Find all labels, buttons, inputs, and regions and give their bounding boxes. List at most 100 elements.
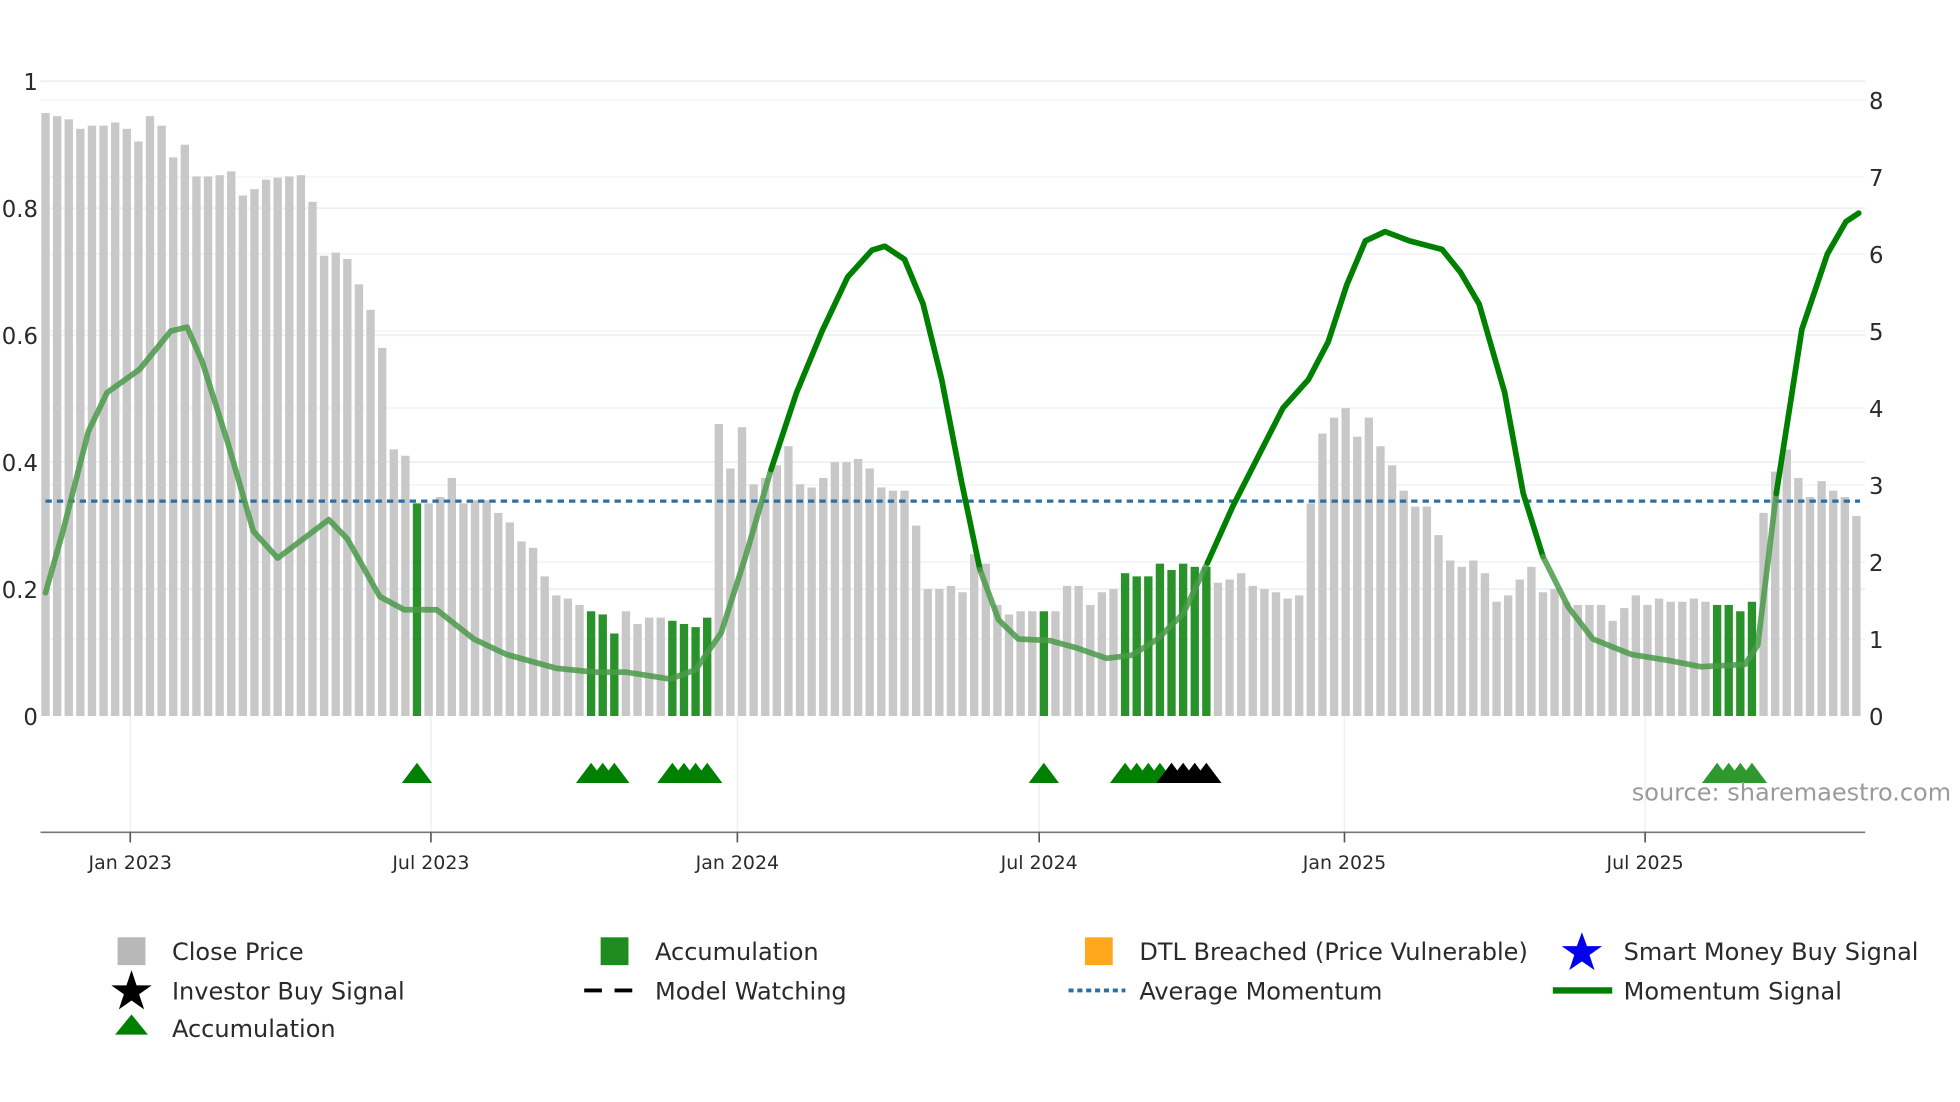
close-price-bar [1643, 604, 1652, 717]
close-price-bar [1213, 582, 1223, 717]
legend-dtl-breached-swatch [1084, 937, 1113, 966]
accumulation-triangle-marker [401, 762, 433, 784]
close-price-bar [331, 252, 340, 717]
accumulation-bar [598, 614, 607, 717]
accumulation-bar [1712, 604, 1722, 717]
close-price-bar [505, 522, 515, 717]
close-price-bar [401, 455, 410, 717]
close-price-bar [1469, 560, 1478, 717]
legend-accumulation-bar-swatch [600, 937, 629, 966]
close-price-bar [807, 487, 816, 717]
axes: Jan 2023 Jul 2023 Jan 2024 Jul 2024 Jan 2025… [2, 70, 1884, 874]
legend-momentum-signal-label: Momentum Signal [1624, 977, 1842, 1005]
left-y-tick-label: 0.2 [2, 578, 38, 604]
close-price-bar [308, 201, 317, 717]
close-price-bar [1515, 579, 1524, 717]
x-tick-label: Jul 2025 [1606, 852, 1684, 874]
close-price-bar [1306, 503, 1315, 717]
close-price-bar [250, 189, 259, 717]
close-price-bar [1527, 566, 1536, 717]
close-price-bar [923, 589, 932, 717]
close-price-bar [772, 465, 782, 717]
close-price-bar [215, 175, 224, 717]
close-price-bar [911, 525, 921, 717]
close-price-bar [1503, 595, 1513, 717]
right-y-tick-label: 4 [1869, 397, 1883, 423]
close-price-bar [877, 487, 886, 717]
close-price-bar [1329, 417, 1339, 717]
close-price-bar [1852, 516, 1861, 717]
close-price-bar [377, 347, 387, 717]
close-price-bar [366, 309, 375, 717]
close-price-bar [1608, 620, 1617, 717]
close-price-bar [76, 128, 85, 717]
close-price-bar [958, 592, 967, 717]
legend-model-watching-label: Model Watching [655, 977, 847, 1005]
close-price-bar [563, 598, 573, 717]
close-price-bar [1341, 408, 1350, 717]
close-price-bar [1817, 481, 1826, 717]
legend-smart-money-label: Smart Money Buy Signal [1624, 938, 1919, 966]
signal-markers [401, 762, 1768, 784]
close-price-bar [946, 585, 956, 717]
close-price-bar [1411, 506, 1420, 717]
close-price-bar [1829, 490, 1838, 717]
close-price-bar [621, 611, 631, 717]
close-price-bar [447, 477, 456, 717]
close-price-bar [540, 576, 549, 717]
right-y-tick-label: 5 [1869, 320, 1883, 346]
left-y-tick-label: 0.6 [2, 324, 38, 350]
close-price-bar [795, 484, 805, 717]
close-price-bar [517, 541, 526, 717]
accumulation-bar [1724, 604, 1733, 717]
close-price-bar [1678, 601, 1687, 717]
x-tick-label: Jan 2025 [1302, 852, 1386, 874]
legend-investor-buy-label: Investor Buy Signal [172, 977, 405, 1005]
close-price-bar [180, 144, 189, 717]
close-price-bar [900, 490, 909, 717]
x-tick-label: Jan 2024 [695, 852, 779, 874]
close-price-bar [1596, 604, 1606, 717]
close-price-bar [1701, 601, 1710, 717]
accumulation-bar [1120, 573, 1130, 717]
close-price-bar [656, 617, 665, 717]
close-price-bar [575, 604, 584, 717]
close-price-bar [1062, 585, 1072, 717]
close-price-bar [644, 617, 654, 717]
investor-buy-star-icon [111, 970, 152, 1010]
close-price-bar [970, 554, 979, 717]
accumulation-bar [668, 620, 677, 717]
accumulation-bar [703, 617, 712, 717]
right-y-tick-label: 1 [1869, 628, 1883, 654]
close-price-bar [122, 128, 131, 717]
close-price-bar [261, 179, 271, 717]
close-price-bar [1028, 611, 1037, 717]
close-price-bar [1620, 608, 1629, 717]
close-price-bar [1538, 592, 1548, 717]
smart-money-star-icon [1561, 932, 1603, 971]
close-price-bar [1689, 598, 1699, 717]
close-price-bar [819, 477, 828, 717]
legend-accumulation-bar-label: Accumulation [655, 938, 819, 966]
x-tick-label: Jan 2023 [88, 852, 172, 874]
close-price-bar [935, 589, 944, 717]
close-price-bar [1248, 585, 1257, 717]
close-price-bar [1805, 497, 1815, 717]
legend-dtl-breached-label: DTL Breached (Price Vulnerable) [1139, 938, 1528, 966]
legend: Close Price Accumulation DTL Breached (P… [111, 932, 1918, 1043]
accumulation-bar [586, 611, 596, 717]
close-price-bar [784, 446, 793, 717]
close-price-bar [1550, 589, 1559, 717]
legend-average-momentum-label: Average Momentum [1139, 977, 1382, 1005]
close-price-bar [1562, 601, 1571, 717]
close-price-bar [1364, 417, 1374, 717]
left-y-tick-label: 0.4 [2, 451, 38, 477]
close-price-bar [145, 116, 155, 717]
close-price-bar [1387, 465, 1397, 717]
left-y-tick-label: 1 [23, 70, 37, 96]
accumulation-bar [1167, 570, 1176, 717]
right-y-tick-label: 3 [1869, 474, 1883, 500]
close-price-bar [470, 500, 480, 717]
left-y-tick-label: 0 [23, 705, 37, 731]
close-price-bar [1086, 604, 1095, 717]
